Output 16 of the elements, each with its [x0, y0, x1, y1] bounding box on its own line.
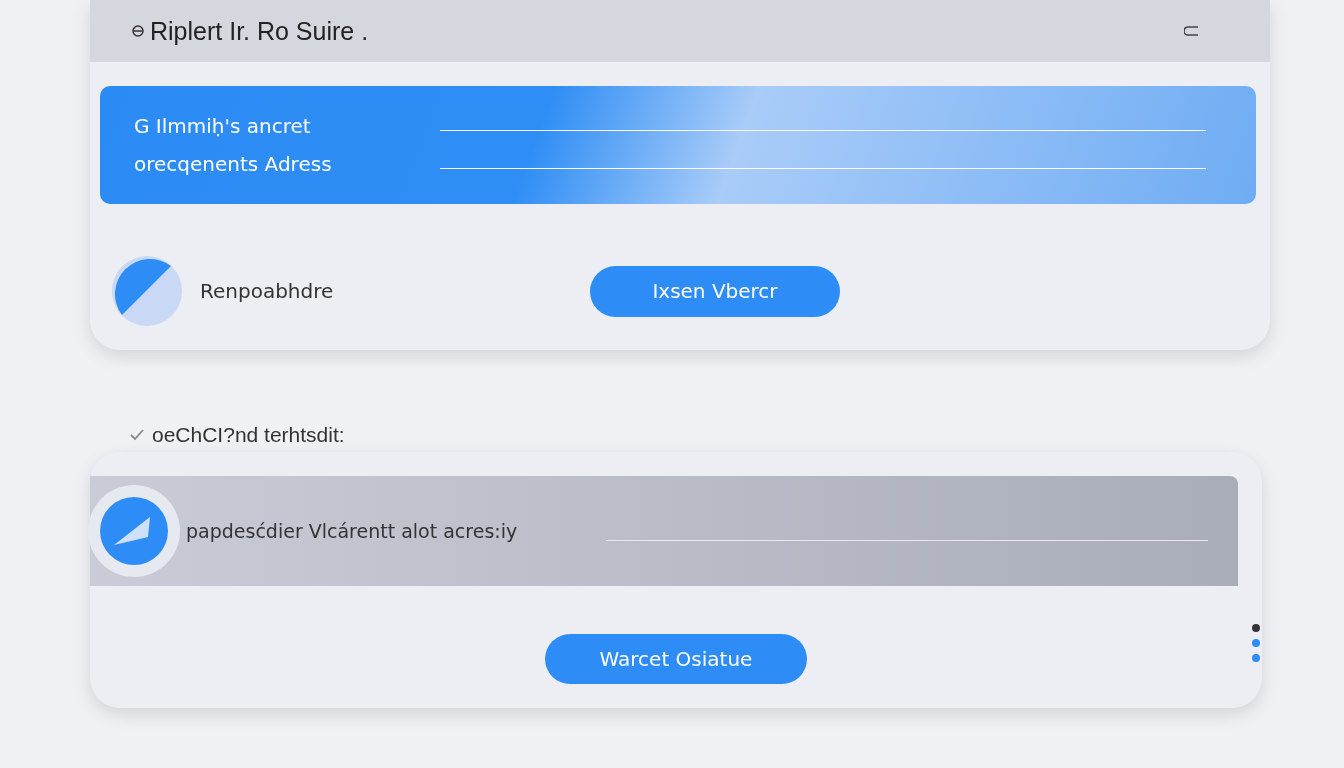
pager-dot[interactable] — [1252, 654, 1260, 662]
field-label: G Ilmmiḥ's ancret — [134, 114, 312, 138]
pager-dot[interactable] — [1252, 639, 1260, 647]
circle-icon — [132, 25, 144, 37]
avatar-icon — [112, 256, 182, 326]
pager-dot[interactable] — [1252, 624, 1260, 632]
profile-name: Renpoabhdre — [200, 279, 335, 303]
field-label: papdesćdier Vlcárentt alot acres:iy — [186, 520, 519, 542]
field-label: orecqenents Adress — [134, 152, 333, 176]
section-heading: oeChCI?nd terhtsdit: — [152, 423, 345, 447]
primary-button[interactable]: Ixsen Vbercr — [590, 265, 840, 317]
primary-button[interactable]: Warcet Osiatue — [545, 634, 807, 684]
check-icon — [130, 429, 144, 441]
compass-icon — [86, 483, 182, 579]
bracket-icon[interactable] — [1184, 26, 1200, 36]
window-title: Riplert Ir. Ro Suire . — [150, 16, 369, 46]
